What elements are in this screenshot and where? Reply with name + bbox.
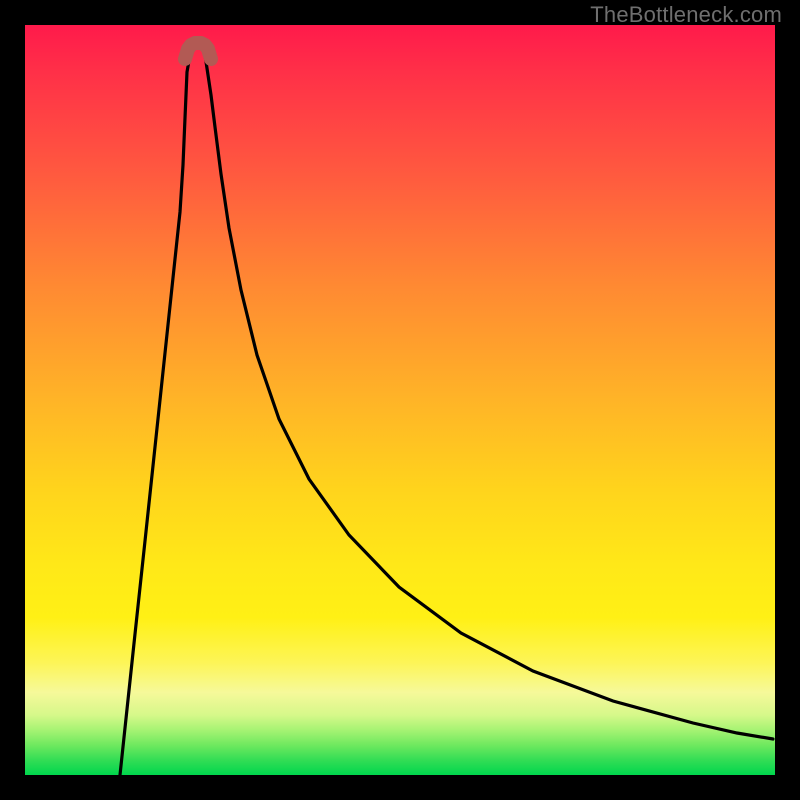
plot-area	[25, 25, 775, 775]
left-branch-path	[120, 55, 190, 775]
right-branch-path	[205, 55, 773, 739]
curve-overlay	[25, 25, 775, 775]
cusp-marker-path	[185, 43, 211, 59]
chart-container: TheBottleneck.com	[0, 0, 800, 800]
